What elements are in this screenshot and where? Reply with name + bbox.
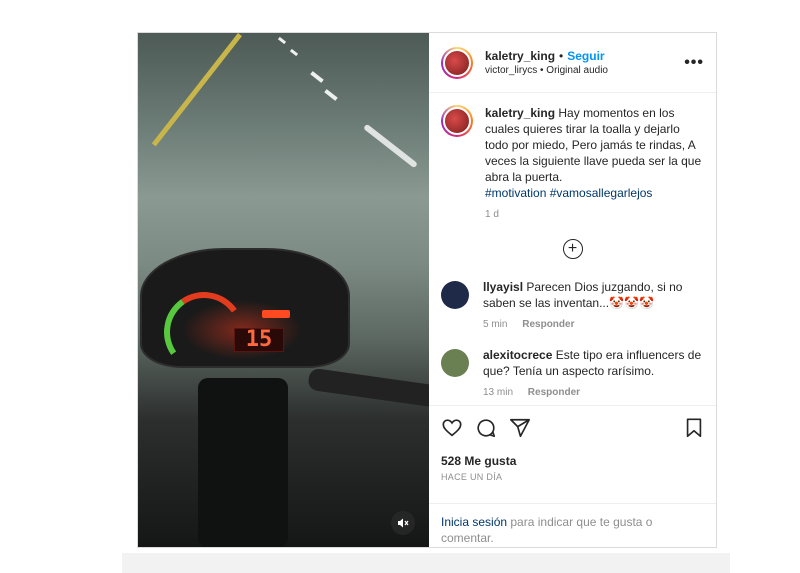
post-sidebar: kaletry_king • Seguir victor_lirycs • Orig… [429, 33, 716, 547]
more-options-icon[interactable]: ••• [684, 54, 704, 72]
post-timestamp: HACE UN DÍA [441, 472, 503, 482]
load-more-comments-button[interactable]: + [562, 239, 583, 259]
header-username[interactable]: kaletry_king [485, 49, 555, 63]
indicator-bar [262, 310, 290, 318]
road-dash [310, 71, 324, 83]
caption-hashtags[interactable]: #motivation #vamosallegarlejos [485, 185, 704, 201]
header-separator: • [559, 49, 564, 63]
comment-bubble-icon[interactable] [475, 417, 497, 439]
comment-item: alexitocrece Este tipo era influencers d… [441, 347, 704, 401]
post-header: kaletry_king • Seguir victor_lirycs • Orig… [429, 33, 716, 93]
motorcycle-handlebar [307, 367, 429, 411]
comment-username[interactable]: llyayisl [483, 280, 523, 294]
audio-subtitle[interactable]: victor_lirycs • Original audio [485, 65, 684, 76]
comment-age: 5 min [483, 319, 508, 330]
caption-avatar[interactable] [441, 105, 473, 137]
road-yellow-line [151, 33, 242, 147]
mute-icon[interactable] [391, 511, 415, 535]
avatar[interactable] [441, 46, 473, 79]
instagram-post: 15 kaletry_king • Seguir victor_lirycs • O… [137, 32, 717, 548]
comment-item: llyayisl Parecen Dios juzgando, si no sa… [441, 279, 704, 333]
road-dash [277, 36, 287, 45]
follow-button[interactable]: Seguir [567, 49, 604, 63]
caption-username[interactable]: kaletry_king [485, 106, 555, 120]
motorcycle-dashboard: 15 [138, 238, 429, 547]
comments-area: kaletry_king Hay momentos en los cuales … [429, 93, 716, 405]
login-link[interactable]: Inicia sesión [441, 515, 507, 529]
comment-avatar[interactable] [441, 281, 469, 309]
motorcycle-fork [198, 378, 288, 547]
reply-button[interactable]: Responder [522, 319, 574, 330]
likes-count[interactable]: 528 Me gusta [441, 454, 704, 468]
bookmark-icon[interactable] [684, 417, 704, 439]
login-prompt: Inicia sesión para indicar que te gusta … [429, 503, 716, 547]
header-text: kaletry_king • Seguir victor_lirycs • Orig… [485, 49, 684, 76]
background-frame [122, 553, 730, 573]
caption-age: 1 d [485, 209, 499, 220]
share-paper-plane-icon[interactable] [509, 417, 531, 439]
like-heart-icon[interactable] [441, 417, 463, 439]
reply-button[interactable]: Responder [528, 387, 580, 398]
post-actions: 528 Me gusta HACE UN DÍA [429, 405, 716, 503]
comment-age: 13 min [483, 387, 514, 398]
post-video[interactable]: 15 [138, 33, 429, 547]
speed-readout: 15 [234, 328, 284, 352]
road-dash [363, 123, 418, 169]
instrument-cluster: 15 [140, 248, 350, 379]
caption: kaletry_king Hay momentos en los cuales … [441, 105, 704, 223]
comment-avatar[interactable] [441, 349, 469, 377]
comment-username[interactable]: alexitocrece [483, 348, 552, 362]
road-dash [324, 89, 338, 101]
road-dash [289, 48, 299, 57]
